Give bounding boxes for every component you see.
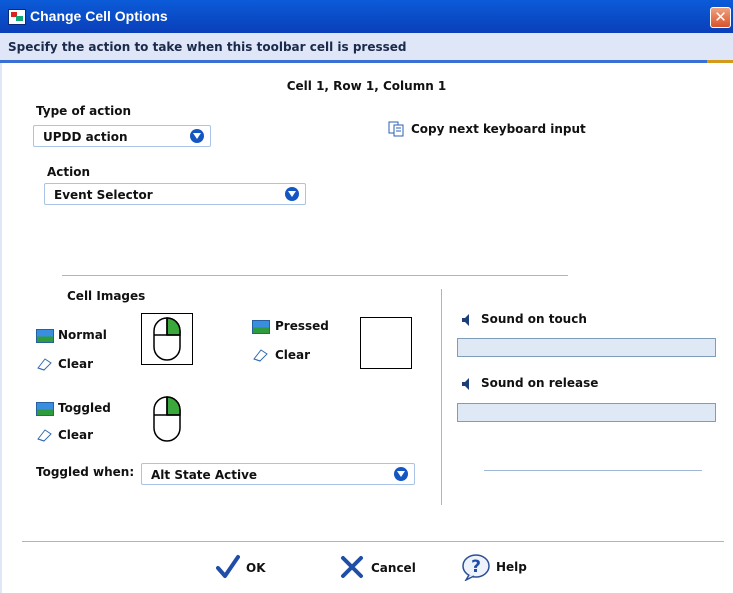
clear-toggled-button[interactable]: Clear xyxy=(58,428,93,442)
sound-on-touch-field[interactable] xyxy=(457,338,716,357)
action-dropdown[interactable]: Event Selector xyxy=(44,183,306,205)
clear-pressed-button[interactable]: Clear xyxy=(275,348,310,362)
speaker-icon xyxy=(462,378,469,390)
chevron-down-icon[interactable] xyxy=(190,129,204,143)
sound-on-release-field[interactable] xyxy=(457,403,716,422)
image-icon xyxy=(36,329,54,343)
help-icon: ? xyxy=(462,554,490,581)
header-divider xyxy=(0,60,707,63)
section-divider xyxy=(62,275,568,276)
svg-text:?: ? xyxy=(471,557,481,577)
cancel-x-icon xyxy=(341,556,363,578)
sound-on-release-label: Sound on release xyxy=(481,376,599,390)
footer-divider xyxy=(22,541,724,542)
dialog-instructions: Specify the action to take when this too… xyxy=(8,40,407,54)
pressed-image-preview[interactable] xyxy=(360,317,412,369)
title-bar: Change Cell Options ✕ xyxy=(0,0,733,33)
normal-image-button[interactable]: Normal xyxy=(58,328,107,342)
toggled-when-dropdown[interactable]: Alt State Active xyxy=(141,463,415,485)
chevron-down-icon[interactable] xyxy=(285,187,299,201)
type-of-action-label: Type of action xyxy=(36,104,131,118)
ok-label: OK xyxy=(246,561,266,575)
copy-keyboard-input-button[interactable]: Copy next keyboard input xyxy=(388,121,588,139)
toggled-when-value: Alt State Active xyxy=(151,468,258,482)
app-icon xyxy=(8,9,26,25)
eraser-icon xyxy=(37,358,52,371)
type-of-action-value: UPDD action xyxy=(43,130,128,144)
dialog-subheader: Specify the action to take when this too… xyxy=(0,33,733,60)
type-of-action-dropdown[interactable]: UPDD action xyxy=(33,125,211,147)
copy-keyboard-input-label: Copy next keyboard input xyxy=(411,122,586,136)
eraser-icon xyxy=(37,429,52,442)
help-label: Help xyxy=(496,560,527,574)
help-button[interactable]: ? Help xyxy=(462,553,532,581)
close-icon: ✕ xyxy=(714,8,727,26)
toggled-image-preview[interactable] xyxy=(141,393,193,445)
mouse-icon xyxy=(153,317,181,361)
copy-icon xyxy=(388,121,404,137)
toggled-when-label: Toggled when: xyxy=(36,465,135,479)
mouse-icon xyxy=(153,396,181,442)
cell-images-heading: Cell Images xyxy=(67,289,146,303)
action-value: Event Selector xyxy=(54,188,153,202)
checkmark-icon xyxy=(216,555,240,578)
eraser-icon xyxy=(253,349,268,362)
ok-button[interactable]: OK xyxy=(216,554,276,582)
chevron-down-icon[interactable] xyxy=(394,467,408,481)
image-icon xyxy=(252,320,270,334)
cell-position-heading: Cell 1, Row 1, Column 1 xyxy=(286,79,447,93)
image-icon xyxy=(36,402,54,416)
close-button[interactable]: ✕ xyxy=(710,7,731,28)
clear-normal-button[interactable]: Clear xyxy=(58,357,93,371)
action-label: Action xyxy=(47,165,91,179)
column-divider xyxy=(441,289,442,505)
header-divider-accent xyxy=(707,60,733,63)
toggled-image-button[interactable]: Toggled xyxy=(58,401,111,415)
sound-on-touch-label: Sound on touch xyxy=(481,312,587,326)
cancel-label: Cancel xyxy=(371,561,416,575)
cancel-button[interactable]: Cancel xyxy=(340,554,420,582)
normal-image-preview[interactable] xyxy=(141,313,193,365)
sound-divider xyxy=(484,470,702,471)
window-title: Change Cell Options xyxy=(30,8,168,24)
pressed-image-button[interactable]: Pressed xyxy=(275,319,329,333)
left-border xyxy=(0,63,2,593)
speaker-icon xyxy=(462,314,469,326)
